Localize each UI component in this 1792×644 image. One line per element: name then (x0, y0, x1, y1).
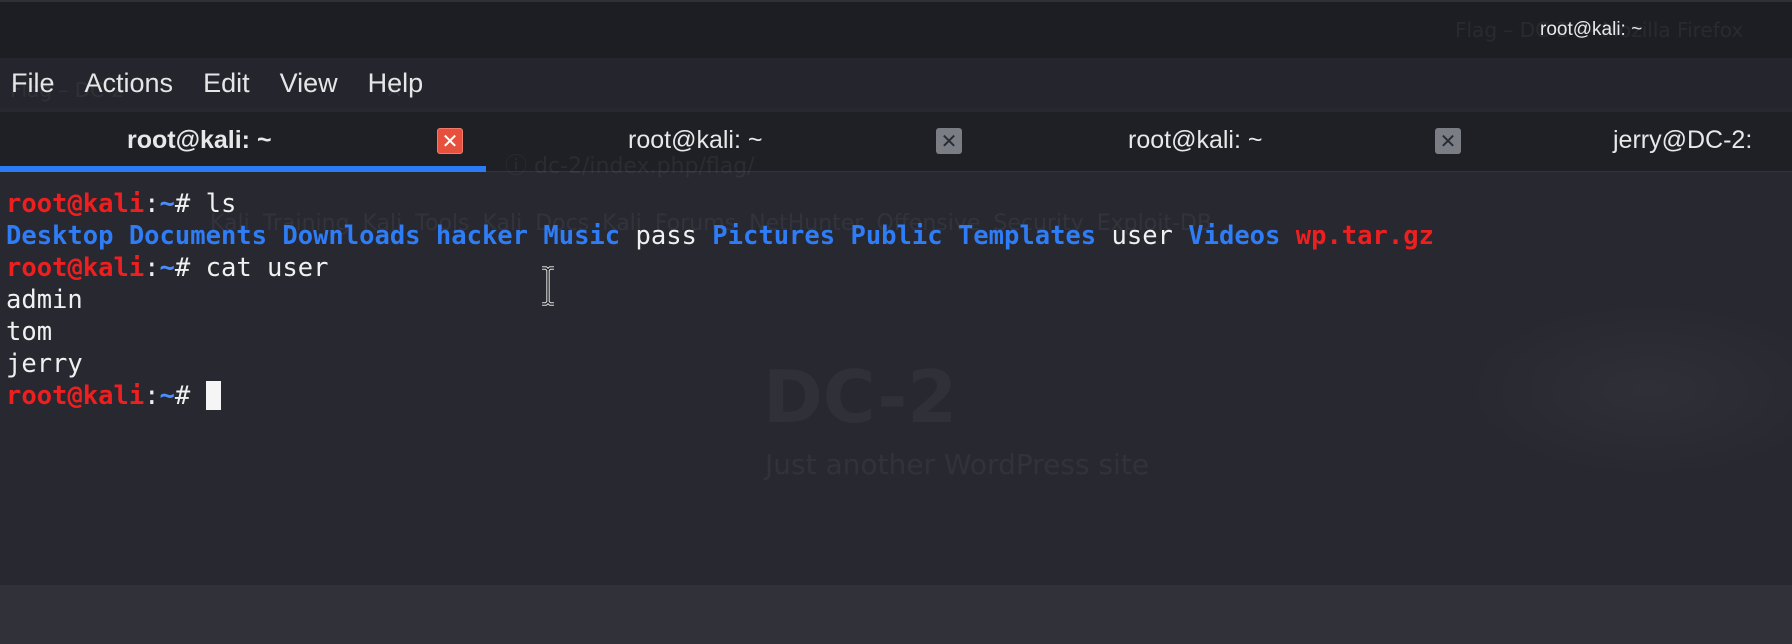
ls-entry: pass (635, 221, 697, 251)
command-text: cat user (205, 253, 329, 283)
menu-bar: File Actions Edit View Help Flag – DC-2 … (0, 58, 1792, 108)
prompt-colon: : (144, 189, 160, 219)
ibeam-cursor-icon (542, 266, 554, 306)
tab-label: root@kali: ~ (628, 126, 763, 154)
prompt-hash: # (174, 381, 206, 411)
tab-root-kali-2[interactable]: root@kali: ~ ✕ (486, 112, 972, 172)
tab-jerry-dc2[interactable]: jerry@DC-2: (1486, 112, 1792, 172)
close-icon[interactable]: ✕ (1435, 128, 1461, 154)
window-title: root@kali: ~ (1540, 19, 1643, 40)
prompt-path: ~ (159, 253, 175, 283)
prompt-user: root@kali (6, 253, 145, 283)
prompt-colon: : (144, 381, 160, 411)
menu-file[interactable]: File (0, 68, 74, 99)
tab-label: root@kali: ~ (127, 126, 272, 154)
prompt-path: ~ (159, 189, 175, 219)
terminal-line-cmd-cat: root@kali:~# cat user (6, 252, 1792, 284)
terminal-output-line: jerry (6, 349, 83, 379)
background-footer-band (0, 585, 1792, 644)
tab-label: root@kali: ~ (1128, 126, 1263, 154)
ls-entry: Public (850, 221, 943, 251)
ls-entry: hacker (435, 221, 529, 251)
prompt-hash: # (174, 189, 206, 219)
ls-entry: wp.tar.gz (1295, 221, 1434, 251)
prompt-user: root@kali (6, 381, 145, 411)
menu-help[interactable]: Help (357, 68, 443, 99)
ls-entry: Downloads (282, 221, 421, 251)
close-icon[interactable]: ✕ (936, 128, 962, 154)
tab-root-kali-3[interactable]: root@kali: ~ ✕ (986, 112, 1472, 172)
prompt-user: root@kali (6, 189, 145, 219)
terminal-line-current-prompt: root@kali:~# (6, 380, 1792, 412)
prompt-colon: : (144, 253, 160, 283)
tab-bar: root@kali: ~ ✕ root@kali: ~ ✕ root@kali:… (0, 112, 1792, 179)
command-text: ls (205, 189, 237, 219)
ls-entry: Documents (128, 221, 267, 251)
active-tab-indicator (0, 166, 486, 172)
ls-entry: Pictures (712, 221, 836, 251)
menu-view[interactable]: View (269, 68, 357, 99)
terminal-line-ls-output: Desktop Documents Downloads hacker Music… (6, 220, 1792, 252)
text-cursor (205, 381, 221, 410)
ls-entry: user (1111, 221, 1173, 251)
prompt-hash: # (174, 253, 206, 283)
terminal-output-line: tom (6, 317, 53, 347)
tab-label: jerry@DC-2: (1613, 126, 1753, 154)
ls-entry: Music (543, 221, 621, 251)
ls-entry: Desktop (6, 221, 114, 251)
terminal-window: Flag – DC-2 — Mozilla Firefox root@kali:… (0, 0, 1792, 644)
title-bar: Flag – DC-2 — Mozilla Firefox root@kali:… (0, 0, 1792, 58)
prompt-path: ~ (159, 381, 175, 411)
terminal-output[interactable]: root@kali:~# ls Desktop Documents Downlo… (0, 174, 1792, 584)
menu-actions[interactable]: Actions (74, 68, 193, 99)
terminal-output-line: admin (6, 285, 83, 315)
terminal-line-cmd-ls: root@kali:~# ls (6, 188, 1792, 220)
tab-root-kali-1[interactable]: root@kali: ~ ✕ (0, 112, 486, 172)
ls-entry: Videos (1188, 221, 1281, 251)
ls-entry: Templates (957, 221, 1097, 251)
menu-edit[interactable]: Edit (192, 68, 269, 99)
close-icon[interactable]: ✕ (437, 128, 463, 154)
